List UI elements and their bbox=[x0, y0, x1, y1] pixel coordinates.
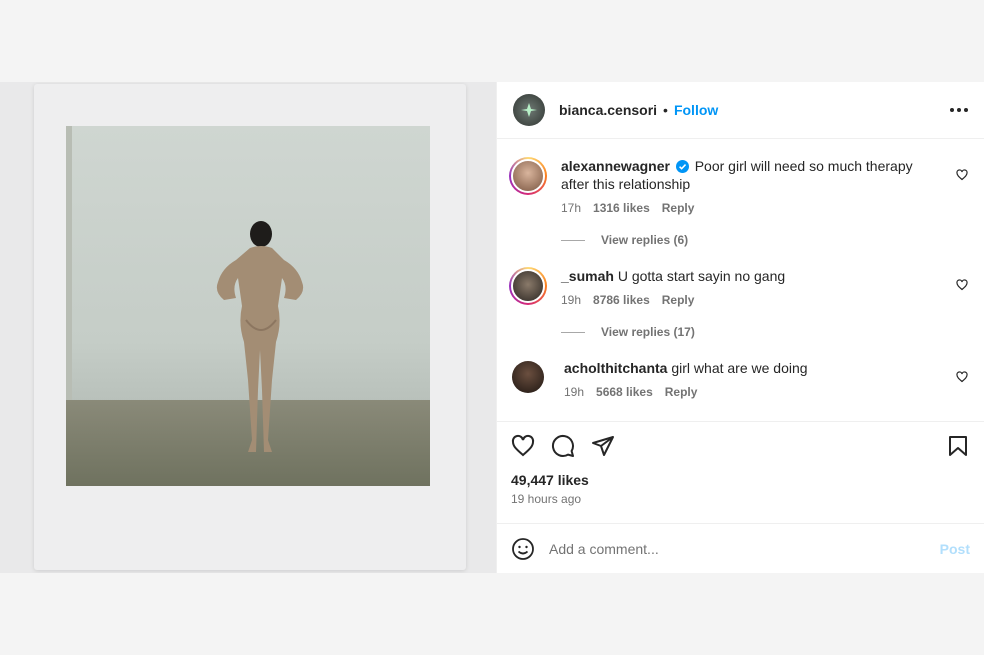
comment-text: girl what are we doing bbox=[671, 360, 808, 376]
post-media[interactable] bbox=[0, 82, 496, 573]
header-separator: • bbox=[663, 102, 668, 118]
comment-avatar-ring[interactable] bbox=[509, 267, 547, 305]
view-replies-label: View replies (6) bbox=[601, 233, 689, 247]
comment-item: alexannewagner Poor girl will need so mu… bbox=[509, 157, 968, 215]
add-comment-bar: Post bbox=[497, 523, 984, 573]
comment-avatar bbox=[511, 269, 545, 303]
share-icon[interactable] bbox=[591, 434, 615, 458]
add-comment-input[interactable] bbox=[549, 540, 940, 557]
post-timestamp[interactable]: 19 hours ago bbox=[511, 492, 970, 506]
comment-likes[interactable]: 5668 likes bbox=[596, 385, 653, 399]
view-replies-button[interactable]: View replies (17) bbox=[561, 325, 968, 339]
comments-list[interactable]: alexannewagner Poor girl will need so mu… bbox=[497, 139, 984, 421]
comment-likes[interactable]: 8786 likes bbox=[593, 293, 650, 307]
comment-avatar bbox=[511, 159, 545, 193]
reply-button[interactable]: Reply bbox=[662, 293, 695, 307]
more-icon[interactable] bbox=[950, 102, 968, 118]
post-header: bianca.censori • Follow bbox=[497, 82, 984, 139]
post-container: bianca.censori • Follow alexannewagner P… bbox=[0, 82, 984, 573]
photo-figure bbox=[216, 221, 304, 452]
comment-username[interactable]: _sumah bbox=[561, 268, 614, 284]
reply-button[interactable]: Reply bbox=[665, 385, 698, 399]
comment-username[interactable]: alexannewagner bbox=[561, 158, 670, 174]
comment-avatar-ring[interactable] bbox=[509, 157, 547, 195]
emoji-icon[interactable] bbox=[511, 537, 535, 561]
verified-icon bbox=[675, 160, 689, 173]
comment-avatar[interactable] bbox=[512, 361, 544, 393]
comment-likes[interactable]: 1316 likes bbox=[593, 201, 650, 215]
comment-item: acholthitchanta girl what are we doing 1… bbox=[509, 359, 968, 399]
save-icon[interactable] bbox=[946, 434, 970, 458]
comment-text: U gotta start sayin no gang bbox=[617, 268, 786, 284]
replies-divider bbox=[561, 331, 585, 333]
view-replies-label: View replies (17) bbox=[601, 325, 695, 339]
comment-age: 17h bbox=[561, 201, 582, 215]
post-photo bbox=[66, 126, 430, 486]
heart-icon[interactable] bbox=[511, 434, 535, 458]
post-likes-count[interactable]: 49,447 likes bbox=[511, 472, 970, 488]
view-replies-button[interactable]: View replies (6) bbox=[561, 233, 968, 247]
comment-age: 19h bbox=[561, 293, 582, 307]
comment-heart-icon[interactable] bbox=[956, 371, 968, 383]
post-comment-button[interactable]: Post bbox=[940, 541, 970, 557]
follow-button[interactable]: Follow bbox=[674, 102, 718, 118]
comment-heart-icon[interactable] bbox=[956, 279, 968, 291]
comment-item: _sumah U gotta start sayin no gang 19h 8… bbox=[509, 267, 968, 307]
action-icons bbox=[511, 434, 970, 458]
author-username[interactable]: bianca.censori bbox=[559, 102, 657, 118]
author-avatar-art bbox=[521, 103, 537, 117]
author-avatar[interactable] bbox=[513, 94, 545, 126]
comment-username[interactable]: acholthitchanta bbox=[564, 360, 667, 376]
comment-heart-icon[interactable] bbox=[956, 169, 968, 181]
replies-divider bbox=[561, 239, 585, 241]
comment-icon[interactable] bbox=[551, 434, 575, 458]
reply-button[interactable]: Reply bbox=[662, 201, 695, 215]
polaroid-frame bbox=[34, 84, 466, 570]
comment-age: 19h bbox=[564, 385, 585, 399]
post-side-panel: bianca.censori • Follow alexannewagner P… bbox=[496, 82, 984, 573]
post-actions: 49,447 likes 19 hours ago bbox=[497, 421, 984, 523]
